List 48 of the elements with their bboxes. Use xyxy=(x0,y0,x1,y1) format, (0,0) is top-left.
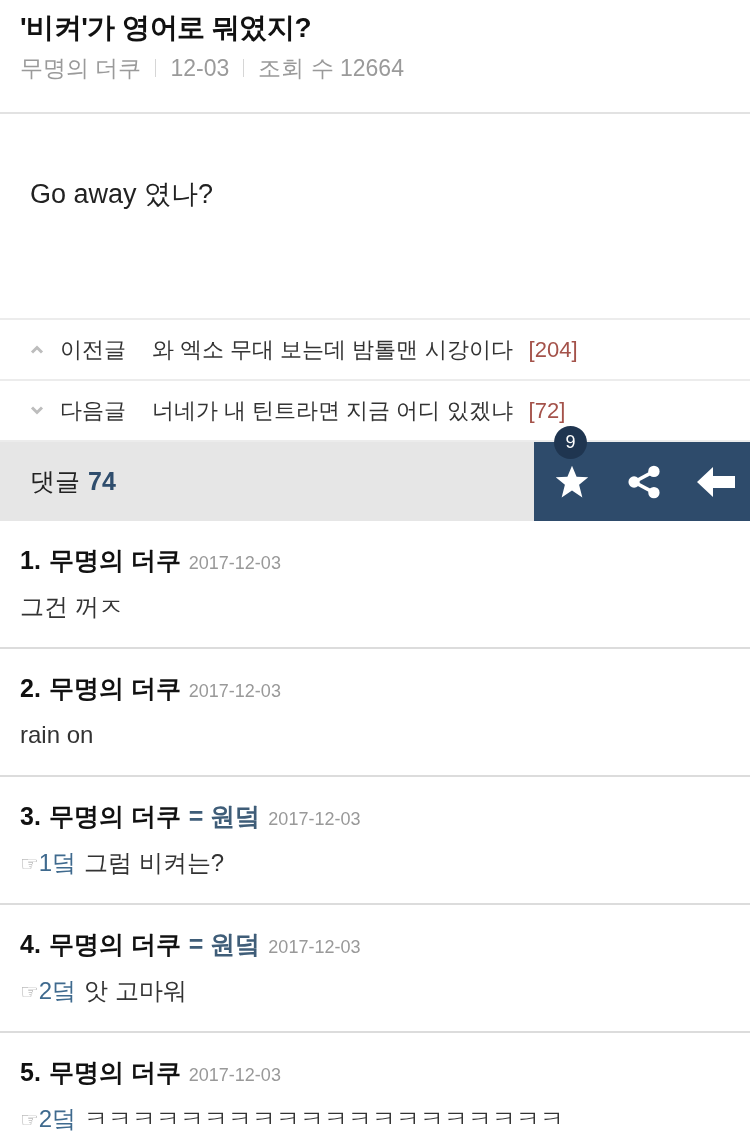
view-count: 조회 수 12664 xyxy=(258,54,404,83)
comment-count: [204] xyxy=(528,336,578,363)
post-title-link: 너네가 내 틴트라면 지금 어디 있겠냐 xyxy=(152,396,513,425)
comment-date: 2017-12-03 xyxy=(268,808,361,831)
post-title-link: 와 엑소 무대 보는데 밤톨맨 시강이다 xyxy=(152,335,513,364)
comment-text: 앗 고마워 xyxy=(84,976,187,1006)
comment-text: rain on xyxy=(20,720,94,750)
comment-number: 4. xyxy=(20,929,41,960)
comment-text: 그럼 비켜는? xyxy=(84,848,225,878)
comment-text: ㅋㅋㅋㅋㅋㅋㅋㅋㅋㅋㅋㅋㅋㅋㅋㅋㅋㅋㅋㅋ xyxy=(84,1104,565,1133)
comment-count: [72] xyxy=(528,397,566,424)
chevron-up-icon xyxy=(30,345,44,354)
comment-date: 2017-12-03 xyxy=(188,552,281,575)
post-date: 12-03 xyxy=(170,54,230,83)
reply-pointer: ☞ xyxy=(20,1107,39,1133)
reply-pointer: ☞ xyxy=(20,979,39,1006)
post-author: 무명의 더쿠 xyxy=(20,54,142,83)
star-icon xyxy=(554,464,590,499)
comment-number: 2. xyxy=(20,673,41,704)
post-navigation-link[interactable]: 이전글 와 엑소 무대 보는데 밤톨맨 시강이다 [204] xyxy=(0,320,750,381)
chevron-down-icon xyxy=(30,406,44,415)
navigation-label: 다음글 xyxy=(60,396,126,425)
comment-date: 2017-12-03 xyxy=(188,1064,281,1087)
arrow-left-icon xyxy=(697,466,735,497)
comment-author: 무명의 더쿠 xyxy=(48,673,181,704)
comment-number: 1. xyxy=(20,545,41,576)
comment-author: 무명의 더쿠 xyxy=(48,801,181,832)
reply-target-link[interactable]: 2덬 xyxy=(38,974,77,1008)
comment-date: 2017-12-03 xyxy=(268,936,361,959)
author-tag: = 원덬 xyxy=(188,799,261,833)
comment-author: 무명의 더쿠 xyxy=(48,545,181,576)
reply-pointer: ☞ xyxy=(20,851,39,878)
comment-author: 무명의 더쿠 xyxy=(48,1057,181,1088)
share-icon xyxy=(627,464,661,499)
author-tag: = 원덬 xyxy=(188,927,261,961)
comment-author: 무명의 더쿠 xyxy=(48,929,181,960)
comments-count: 74 xyxy=(88,467,116,496)
comment-date: 2017-12-03 xyxy=(188,680,281,703)
post-body: Go away 였나? xyxy=(30,178,215,211)
comments-label: 댓글 xyxy=(30,466,80,497)
post-title: '비켜'가 영어로 뭐였지? xyxy=(20,11,312,45)
reply-target-link[interactable]: 1덬 xyxy=(38,846,77,880)
navigation-label: 이전글 xyxy=(60,335,126,364)
reply-target-link[interactable]: 2덬 xyxy=(38,1102,77,1133)
comment-text: 그건 꺼ㅈ xyxy=(20,592,123,622)
comment-number: 3. xyxy=(20,801,41,832)
comment-number: 5. xyxy=(20,1057,41,1088)
favorite-count-badge: 9 xyxy=(554,425,587,459)
